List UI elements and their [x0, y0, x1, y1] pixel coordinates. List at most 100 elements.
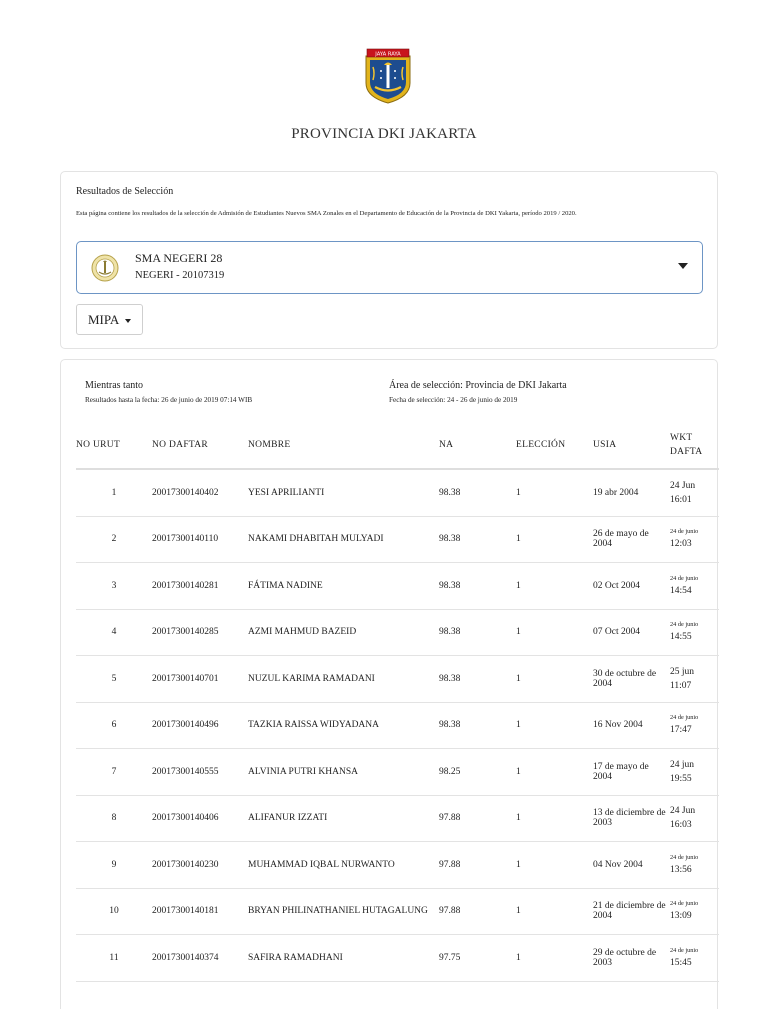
- cell-na: 97.88: [439, 795, 516, 842]
- student-name: YESI APRILIANTI: [248, 487, 325, 498]
- school-code: NEGERI - 20107319: [135, 270, 225, 281]
- selection-area: Área de selección: Provincia de DKI Jaka…: [389, 380, 567, 404]
- cell-no-daftar: 20017300140701: [152, 655, 248, 703]
- table-row: 10 20017300140181 BRYAN PHILINATHANIEL HUT…: [76, 888, 719, 935]
- cell-eleccion: 1: [516, 841, 593, 889]
- school-select[interactable]: SMA NEGERI 28 NEGERI - 20107319: [76, 241, 703, 294]
- cell-usia: 30 de octubre de 2004: [593, 655, 670, 703]
- chevron-down-icon[interactable]: [678, 263, 688, 269]
- cell-usia: 26 de mayo de 2004: [593, 516, 670, 563]
- cell-na: 97.88: [439, 888, 516, 935]
- dki-jakarta-crest-icon: JAYA RAYA: [365, 48, 411, 104]
- results-card: Mientras tanto Resultados hasta la fecha…: [60, 359, 719, 1009]
- cell-usia: 19 abr 2004: [593, 469, 670, 517]
- table-row: 6 20017300140496 TAZKIA RAISSA WIDYADANA 98…: [76, 702, 719, 749]
- selection-title: Resultados de Selección: [76, 186, 174, 197]
- table-row: 11 20017300140374 SAFIRA RAMADHANI 97.75 1 29…: [76, 934, 719, 982]
- student-name: BRYAN PHILINATHANIEL HUTAGALUNG: [248, 906, 428, 917]
- cell-usia: 29 de octubre de 2003: [593, 934, 670, 982]
- cell-usia: 13 de diciembre de 2003: [593, 795, 670, 842]
- cell-nombre: BRYAN PHILINATHANIEL HUTAGALUNG: [248, 888, 439, 935]
- cell-eleccion: 1: [516, 516, 593, 563]
- cell-no-daftar: 20017300140402: [152, 469, 248, 517]
- cell-nombre: AZMI MAHMUD BAZEID: [248, 609, 439, 656]
- wkt-date: 24 jun: [670, 759, 695, 770]
- cell-no-urut: 11: [76, 934, 152, 982]
- student-name: TAZKIA RAISSA WIDYADANA: [248, 720, 380, 731]
- cell-na: 97.75: [439, 934, 516, 982]
- cell-eleccion: 1: [516, 655, 593, 703]
- col-wkt-daftar[interactable]: WKT DAFTA: [670, 422, 719, 470]
- cell-nombre: SAFIRA RAMADHANI: [248, 934, 439, 982]
- cell-no-daftar: 20017300140555: [152, 748, 248, 796]
- col-usia[interactable]: USIA: [593, 422, 670, 470]
- cell-na: 98.38: [439, 469, 516, 517]
- table-row: 1 20017300140402 YESI APRILIANTI 98.38 1 19 a…: [76, 469, 719, 517]
- col-eleccion[interactable]: ELECCIÓN: [516, 422, 593, 470]
- selection-card: Resultados de Selección Esta página cont…: [60, 171, 718, 349]
- selection-dates: Fecha de selección: 24 - 26 de junio de …: [389, 396, 518, 404]
- cell-no-daftar: 20017300140496: [152, 702, 248, 749]
- cell-no-urut: 10: [76, 888, 152, 935]
- table-row: 4 20017300140285 AZMI MAHMUD BAZEID 98.38 1 0…: [76, 609, 719, 656]
- cell-usia: 02 Oct 2004: [593, 562, 670, 610]
- cell-no-urut: 3: [76, 562, 152, 610]
- wkt-date: 24 Jun: [670, 480, 696, 491]
- cell-nombre: MUHAMMAD IQBAL NURWANTO: [248, 841, 439, 889]
- status-label: Mientras tanto: [85, 380, 144, 391]
- wkt-time: 13:09: [670, 911, 692, 922]
- student-name: ALIFANUR IZZATI: [248, 813, 328, 824]
- cell-nombre: TAZKIA RAISSA WIDYADANA: [248, 702, 439, 749]
- wkt-time: 16:03: [670, 820, 692, 831]
- page-header: JAYA RAYA PROVINCIA DKI JAKARTA: [0, 0, 768, 170]
- wkt-date: 24 de junio: [670, 853, 699, 861]
- cell-no-urut: 7: [76, 748, 152, 796]
- table-row: 8 20017300140406 ALIFANUR IZZATI 97.88 1 13 d…: [76, 795, 719, 842]
- cell-na: 98.38: [439, 562, 516, 610]
- table-row: 9 20017300140230 MUHAMMAD IQBAL NURWANTO 97…: [76, 841, 719, 889]
- track-label: MIPA: [88, 312, 120, 327]
- cell-wkt-daftar: 24 jun 19:55: [670, 748, 719, 796]
- wkt-time: 14:55: [670, 632, 692, 643]
- school-name: SMA NEGERI 28: [135, 251, 223, 265]
- wkt-time: 17:47: [670, 725, 692, 736]
- cell-wkt-daftar: 24 de junio 17:47: [670, 702, 719, 749]
- cell-na: 98.38: [439, 702, 516, 749]
- cell-wkt-daftar: 24 de junio 15:45: [670, 934, 719, 982]
- cell-no-daftar: 20017300140285: [152, 609, 248, 656]
- wkt-time: 16:01: [670, 494, 692, 505]
- cell-eleccion: 1: [516, 748, 593, 796]
- cell-no-daftar: 20017300140374: [152, 934, 248, 982]
- col-na[interactable]: NA: [439, 422, 516, 470]
- table-row: 5 20017300140701 NUZUL KARIMA RAMADANI 98.3…: [76, 655, 719, 703]
- results-table: NO URUT NO DAFTAR NOMBRE NA ELECCIÓN USI…: [76, 422, 719, 982]
- col-nombre[interactable]: NOMBRE: [248, 422, 439, 470]
- cell-no-daftar: 20017300140281: [152, 562, 248, 610]
- cell-na: 98.38: [439, 516, 516, 563]
- cell-no-urut: 1: [76, 469, 152, 517]
- wkt-date: 24 de junio: [670, 574, 699, 582]
- wkt-time: 19:55: [670, 773, 692, 784]
- table-row: 3 20017300140281 FÁTIMA NADINE 98.38 1 02 Oct…: [76, 562, 719, 610]
- wkt-date: 24 de junio: [670, 528, 699, 536]
- cell-wkt-daftar: 25 jun 11:07: [670, 655, 719, 703]
- cell-eleccion: 1: [516, 562, 593, 610]
- cell-usia: 16 Nov 2004: [593, 702, 670, 749]
- track-dropdown-button[interactable]: MIPA: [76, 304, 143, 335]
- cell-no-daftar: 20017300140181: [152, 888, 248, 935]
- cell-eleccion: 1: [516, 888, 593, 935]
- col-no-daftar[interactable]: NO DAFTAR: [152, 422, 248, 470]
- student-name: NAKAMI DHABITAH MULYADI: [248, 534, 384, 545]
- wkt-time: 15:45: [670, 957, 692, 968]
- results-date: Resultados hasta la fecha: 26 de junio d…: [85, 396, 253, 404]
- table-header-row: NO URUT NO DAFTAR NOMBRE NA ELECCIÓN USI…: [76, 422, 719, 470]
- cell-nombre: ALIFANUR IZZATI: [248, 795, 439, 842]
- caret-down-icon: [125, 319, 131, 323]
- cell-eleccion: 1: [516, 702, 593, 749]
- wkt-date: 24 de junio: [670, 714, 699, 722]
- col-no-urut[interactable]: NO URUT: [76, 422, 152, 470]
- svg-text:JAYA RAYA: JAYA RAYA: [374, 51, 401, 57]
- cell-eleccion: 1: [516, 609, 593, 656]
- cell-wkt-daftar: 24 de junio 13:56: [670, 841, 719, 889]
- cell-eleccion: 1: [516, 934, 593, 982]
